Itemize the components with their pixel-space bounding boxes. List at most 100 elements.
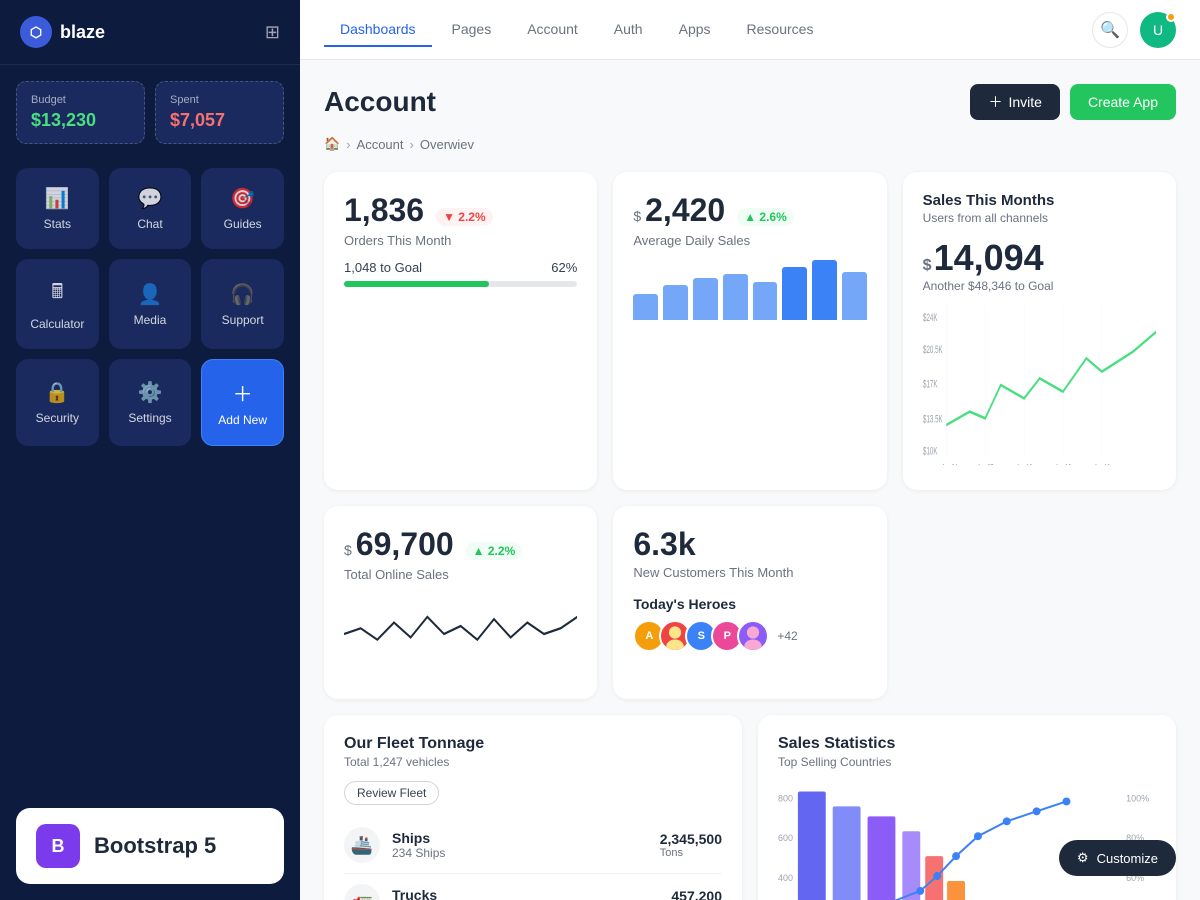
avg-sales-value: 2,420 <box>645 192 725 229</box>
online-dollar: $ <box>344 542 352 558</box>
avatar-5 <box>737 620 769 652</box>
search-button[interactable]: 🔍 <box>1092 12 1128 48</box>
sidebar-item-guides[interactable]: 🎯 Guides <box>201 168 284 249</box>
sidebar-item-chat[interactable]: 💬 Chat <box>109 168 192 249</box>
fleet-sub: Total 1,247 vehicles <box>344 755 722 769</box>
bar-6 <box>782 267 807 320</box>
sidebar-item-stats[interactable]: 📊 Stats <box>16 168 99 249</box>
sales-month-note: Another $48,346 to Goal <box>923 279 1156 293</box>
invite-button[interactable]: ＋ Invite <box>970 84 1059 120</box>
calculator-icon: 🖩 <box>51 277 63 311</box>
app-name: blaze <box>60 22 105 43</box>
support-icon: 🎧 <box>230 282 255 307</box>
heroes-avatars: A S P +42 <box>633 620 866 652</box>
support-label: Support <box>222 313 264 327</box>
nav-apps[interactable]: Apps <box>663 13 727 47</box>
sales-month-sub: Users from all channels <box>923 211 1156 225</box>
svg-text:$24K: $24K <box>923 311 938 323</box>
online-sales-badge: ▲ 2.2% <box>466 542 523 560</box>
svg-text:400: 400 <box>778 873 793 883</box>
nav-account[interactable]: Account <box>511 13 594 47</box>
spent-label: Spent <box>170 94 269 106</box>
row2-placeholder <box>903 506 1176 699</box>
heroes-count: +42 <box>777 629 797 643</box>
svg-text:800: 800 <box>778 793 793 803</box>
nav-pages[interactable]: Pages <box>436 13 508 47</box>
orders-badge: ▼ 2.2% <box>436 208 493 226</box>
sliders-icon: ⚙ <box>1077 850 1089 866</box>
progress-bar-bg <box>344 281 577 287</box>
create-app-button[interactable]: Create App <box>1070 84 1176 120</box>
sidebar-item-settings[interactable]: ⚙️ Settings <box>109 359 192 446</box>
avg-sales-label: Average Daily Sales <box>633 233 866 248</box>
nav-dashboards[interactable]: Dashboards <box>324 13 432 47</box>
svg-text:100%: 100% <box>1126 793 1149 803</box>
ships-count: 234 Ships <box>392 846 445 860</box>
main-panel: Dashboards Pages Account Auth Apps Resou… <box>300 0 1200 900</box>
user-avatar[interactable]: U <box>1140 12 1176 48</box>
sales-month-title: Sales This Months <box>923 192 1156 209</box>
add-icon: ＋ <box>233 378 253 407</box>
stats-label: Stats <box>44 217 71 231</box>
nav-resources[interactable]: Resources <box>731 13 830 47</box>
customers-value: 6.3k <box>633 526 866 563</box>
chat-label: Chat <box>137 217 162 231</box>
svg-text:Apr 10: Apr 10 <box>1016 462 1032 465</box>
sidebar-header: ⬡ blaze ⊞ <box>0 0 300 65</box>
sales-this-month-card: Sales This Months Users from all channel… <box>903 172 1176 490</box>
bar-4 <box>723 274 748 320</box>
sidebar-item-media[interactable]: 👤 Media <box>109 259 192 349</box>
guides-label: Guides <box>224 217 262 231</box>
trucks-value: 457,200 <box>671 888 722 900</box>
nav-actions: 🔍 U <box>1092 12 1176 48</box>
media-label: Media <box>134 313 167 327</box>
customers-card: 6.3k New Customers This Month Today's He… <box>613 506 886 699</box>
svg-text:$20.5K: $20.5K <box>923 343 943 355</box>
stats-icon: 📊 <box>45 186 70 211</box>
orders-goal-pct: 62% <box>551 260 577 275</box>
sales-stats-title: Sales Statistics <box>778 735 1156 753</box>
heroes-title: Today's Heroes <box>633 596 866 612</box>
nav-auth[interactable]: Auth <box>598 13 659 47</box>
breadcrumb: 🏠 › Account › Overwiev <box>324 136 1176 152</box>
sidebar-item-calculator[interactable]: 🖩 Calculator <box>16 259 99 349</box>
customers-label: New Customers This Month <box>633 565 866 580</box>
breadcrumb-account[interactable]: Account <box>357 137 404 152</box>
bar-2 <box>663 285 688 320</box>
orders-progress-row: 1,048 to Goal 62% <box>344 260 577 275</box>
breadcrumb-home-icon: 🏠 <box>324 136 340 152</box>
content-wrapper: Account ＋ Invite Create App 🏠 › Account … <box>324 84 1176 900</box>
bar-7 <box>812 260 837 320</box>
progress-bar-fill <box>344 281 489 287</box>
calculator-label: Calculator <box>30 317 84 331</box>
bottom-row: Our Fleet Tonnage Total 1,247 vehicles R… <box>324 715 1176 900</box>
sidebar: ⬡ blaze ⊞ Budget $13,230 Spent $7,057 📊 … <box>0 0 300 900</box>
fleet-row-trucks: 🚛 Trucks 1,460 Trucks 457,200 Tons <box>344 874 722 900</box>
svg-text:Apr 04: Apr 04 <box>941 462 958 465</box>
media-icon: 👤 <box>138 282 163 307</box>
svg-text:Apr 07: Apr 07 <box>977 462 993 465</box>
review-fleet-button[interactable]: Review Fleet <box>344 781 439 805</box>
bar-3 <box>693 278 718 320</box>
spent-value: $7,057 <box>170 110 269 131</box>
trucks-name: Trucks <box>392 887 461 900</box>
orders-goal-text: 1,048 to Goal <box>344 260 422 275</box>
sales-line-chart: $24K $20.5K $17K $13.5K $10K Apr 04 Apr … <box>923 305 1156 465</box>
budget-label: Budget <box>31 94 130 106</box>
sidebar-item-support[interactable]: 🎧 Support <box>201 259 284 349</box>
bar-8 <box>842 272 867 320</box>
guides-icon: 🎯 <box>230 186 255 211</box>
top-nav: Dashboards Pages Account Auth Apps Resou… <box>300 0 1200 60</box>
header-actions: ＋ Invite Create App <box>970 84 1176 120</box>
online-sales-label: Total Online Sales <box>344 567 577 582</box>
sales-month-dollar: $ <box>923 257 932 275</box>
security-icon: 🔒 <box>45 380 70 405</box>
menu-icon[interactable]: ⊞ <box>265 22 280 43</box>
sidebar-item-security[interactable]: 🔒 Security <box>16 359 99 446</box>
sidebar-item-add-new[interactable]: ＋ Add New <box>201 359 284 446</box>
trucks-icon: 🚛 <box>344 884 380 900</box>
svg-text:$10K: $10K <box>923 445 938 457</box>
customize-button[interactable]: ⚙ Customize <box>1059 840 1176 876</box>
logo-area: ⬡ blaze <box>20 16 105 48</box>
page-header: Account ＋ Invite Create App <box>324 84 1176 120</box>
